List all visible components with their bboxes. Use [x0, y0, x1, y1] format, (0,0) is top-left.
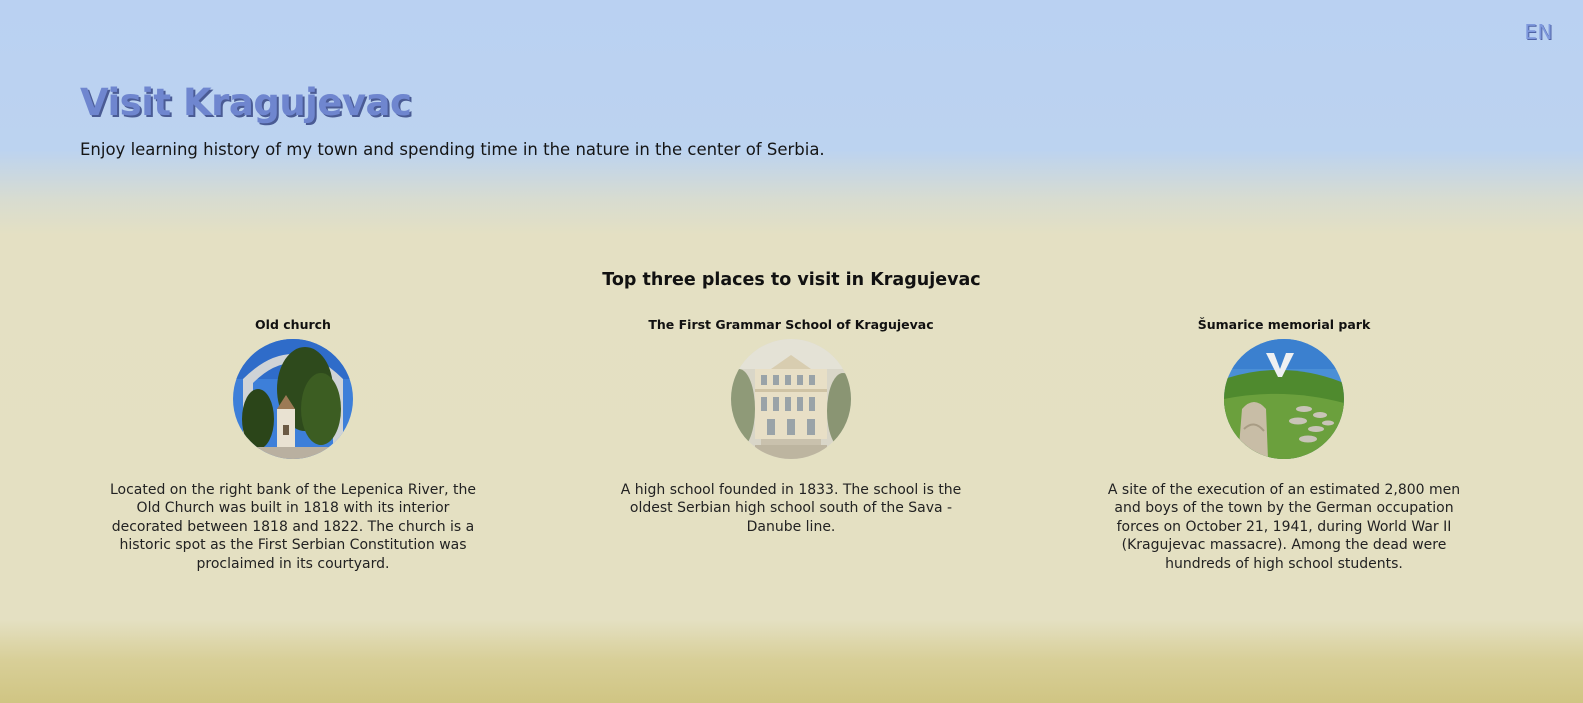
place-card-first-grammar-school: The First Grammar School of Kragujevac A… — [601, 317, 981, 536]
place-title: Old church — [255, 317, 331, 332]
hero: Visit Kragujevac Enjoy learning history … — [80, 78, 1180, 160]
place-image-first-grammar-school[interactable] — [731, 339, 851, 459]
place-image-sumarice-memorial-park[interactable] — [1224, 339, 1344, 459]
place-description: Located on the right bank of the Lepenic… — [109, 482, 477, 572]
place-title: Šumarice memorial park — [1197, 317, 1371, 332]
place-image-old-church[interactable] — [233, 339, 353, 459]
page-title: Visit Kragujevac — [80, 81, 412, 124]
place-card-sumarice-memorial-park: Šumarice memorial park A site of the exe… — [1094, 317, 1474, 573]
page-subtitle: Enjoy learning history of my town and sp… — [80, 140, 825, 159]
place-description: A site of the execution of an estimated … — [1107, 482, 1461, 572]
place-card-old-church: Old church Located on the right bank of … — [103, 317, 483, 573]
section-title: Top three places to visit in Kragujevac — [602, 270, 981, 290]
language-switcher[interactable]: EN — [1524, 20, 1553, 44]
place-title: The First Grammar School of Kragujevac — [648, 317, 934, 332]
place-description: A high school founded in 1833. The schoo… — [620, 482, 962, 535]
